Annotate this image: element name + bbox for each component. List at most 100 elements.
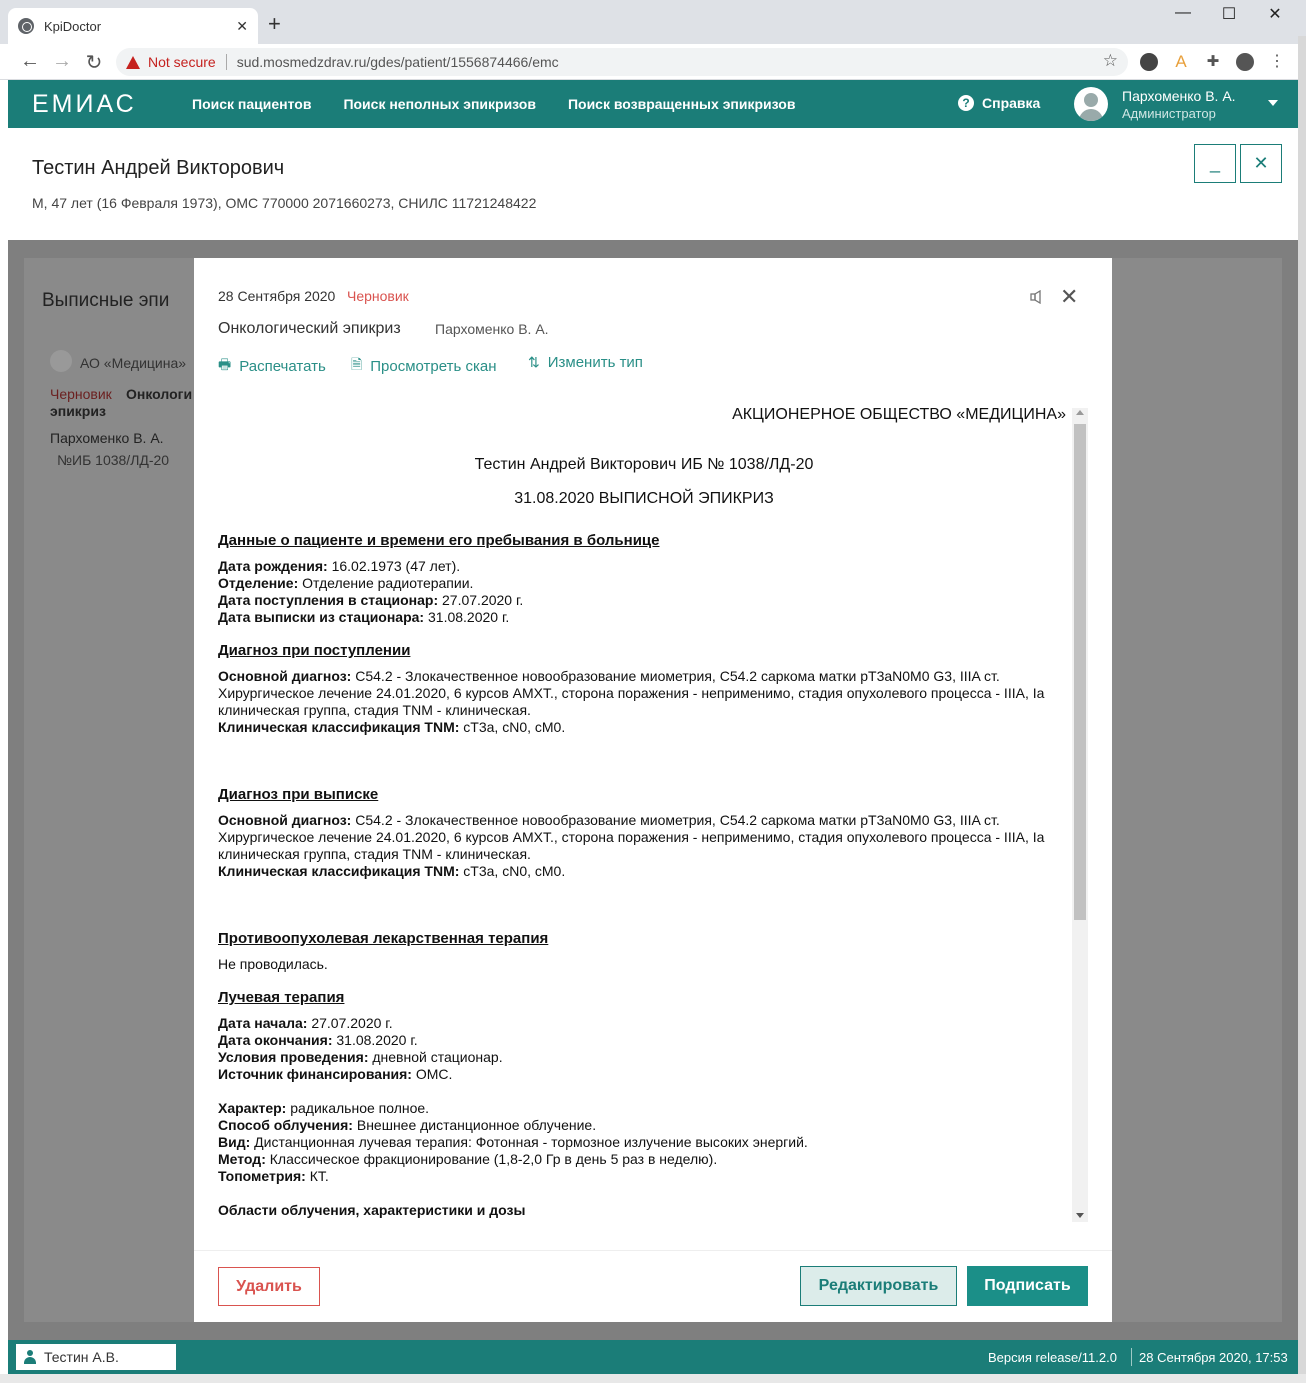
field-value: 31.08.2020 г. xyxy=(332,1032,418,1048)
view-scan-button[interactable]: 🗎 Просмотреть скан xyxy=(351,354,496,378)
location-pin-icon xyxy=(50,350,72,372)
field-value: 31.08.2020 г. xyxy=(424,609,510,625)
close-patient-button[interactable]: ✕ xyxy=(1240,144,1282,183)
printer-icon: 🖶 xyxy=(218,356,232,372)
person-icon xyxy=(24,1350,36,1364)
field-value: КТ. xyxy=(305,1168,329,1184)
doc-section-heading: Лучевая терапия xyxy=(218,989,345,1006)
current-patient-chip[interactable]: Тестин А.В. xyxy=(16,1344,176,1370)
background-window-edge xyxy=(1298,36,1306,1383)
patient-name: Тестин Андрей Викторович xyxy=(32,157,285,179)
app-version: Версия release/11.2.0 xyxy=(988,1350,1117,1365)
status-bar: Тестин А.В. Версия release/11.2.0 28 Сен… xyxy=(8,1340,1298,1374)
background-draft-label: Черновик xyxy=(50,386,112,402)
epicrisis-modal: 28 Сентября 2020 Черновик Онкологический… xyxy=(194,258,1112,1322)
browser-tab[interactable]: KpiDoctor ✕ xyxy=(8,8,258,44)
url-text[interactable]: sud.mosmedzdrav.ru/gdes/patient/15568744… xyxy=(237,54,559,70)
doc-paragraph: Дата начала: 27.07.2020 г. Дата окончани… xyxy=(218,1015,1060,1083)
puzzle-extensions-icon[interactable]: ✚ xyxy=(1204,53,1222,71)
doc-section-heading: Данные о пациенте и времени его пребыван… xyxy=(218,532,660,549)
emias-logo[interactable]: ЕМИАС xyxy=(32,90,192,119)
document-icon: 🗎 xyxy=(351,356,363,372)
close-window-icon[interactable]: ✕ xyxy=(1260,4,1290,24)
field-label: Метод: xyxy=(218,1151,266,1167)
doc-section-heading: Противоопухолевая лекарственная терапия xyxy=(218,930,549,947)
forward-icon[interactable]: → xyxy=(50,50,74,73)
field-label: Отделение: xyxy=(218,575,299,591)
reload-icon[interactable]: ↻ xyxy=(82,50,106,75)
minimize-window-icon[interactable]: — xyxy=(1168,4,1198,22)
background-org: АО «Медицина» xyxy=(80,355,187,371)
epicrisis-document: АКЦИОНЕРНОЕ ОБЩЕСТВО «МЕДИЦИНА» Тестин А… xyxy=(218,404,1066,1226)
scroll-up-arrow-icon[interactable] xyxy=(1076,410,1084,415)
edit-button[interactable]: Редактировать xyxy=(800,1266,957,1306)
delete-button[interactable]: Удалить xyxy=(218,1267,320,1306)
app-header: ЕМИАС Поиск пациентов Поиск неполных эпи… xyxy=(8,80,1298,128)
field-label: Клиническая классификация TNM: xyxy=(218,719,460,735)
nav-incomplete-epicrises[interactable]: Поиск неполных эпикризов xyxy=(343,96,536,112)
extension-icon[interactable] xyxy=(1140,53,1158,71)
scrollbar-thumb[interactable] xyxy=(1074,424,1086,920)
help-link[interactable]: ? Справка xyxy=(958,95,1040,111)
bookmark-star-icon[interactable]: ☆ xyxy=(1103,51,1118,71)
field-label: Источник финансирования: xyxy=(218,1066,412,1082)
sign-button[interactable]: Подписать xyxy=(967,1266,1088,1306)
modal-status-badge: Черновик xyxy=(347,288,409,304)
modal-footer-divider xyxy=(194,1250,1112,1251)
maximize-window-icon[interactable]: ☐ xyxy=(1214,4,1244,24)
acrobat-extension-icon[interactable]: A xyxy=(1172,53,1190,71)
field-value: дневной стационар. xyxy=(368,1049,503,1065)
field-label: Вид: xyxy=(218,1134,251,1150)
security-label[interactable]: Not secure xyxy=(148,54,216,70)
field-label: Условия проведения: xyxy=(218,1049,369,1065)
change-type-button[interactable]: ⇅ Изменить тип xyxy=(528,354,643,371)
patient-info: М, 47 лет (16 Февраля 1973), ОМС 770000 … xyxy=(32,195,537,211)
field-label: Дата окончания: xyxy=(218,1032,333,1048)
doc-section-heading: Диагноз при поступлении xyxy=(218,642,411,659)
field-label: Клиническая классификация TNM: xyxy=(218,863,460,879)
back-icon[interactable]: ← xyxy=(18,50,42,73)
user-menu-caret-icon[interactable] xyxy=(1268,100,1278,106)
doc-organization: АКЦИОНЕРНОЕ ОБЩЕСТВО «МЕДИЦИНА» xyxy=(732,406,1066,423)
print-button[interactable]: 🖶 Распечатать xyxy=(218,354,326,378)
nav-patient-search[interactable]: Поиск пациентов xyxy=(192,96,311,112)
browser-titlebar: KpiDoctor ✕ + — ☐ ✕ xyxy=(0,0,1306,44)
field-label: Основной диагноз: xyxy=(218,668,352,684)
doc-section-heading: Диагноз при выписке xyxy=(218,786,379,803)
profile-icon[interactable] xyxy=(1236,53,1254,71)
change-type-label: Изменить тип xyxy=(547,354,643,371)
doc-paragraph: Области облучения, характеристики и дозы xyxy=(218,1202,1060,1219)
current-patient-name: Тестин А.В. xyxy=(44,1349,119,1365)
new-tab-icon[interactable]: + xyxy=(268,12,281,36)
doc-paragraph: Дата рождения: 16.02.1973 (47 лет). Отде… xyxy=(218,558,1060,626)
browser-menu-icon[interactable]: ⋮ xyxy=(1268,53,1286,71)
modal-date: 28 Сентября 2020 xyxy=(218,288,336,304)
nav-returned-epicrises[interactable]: Поиск возвращенных эпикризов xyxy=(568,96,795,112)
field-value: 27.07.2020 г. xyxy=(307,1015,393,1031)
print-label: Распечатать xyxy=(239,357,326,375)
tab-close-icon[interactable]: ✕ xyxy=(236,18,248,35)
minimize-patient-button[interactable]: _ xyxy=(1194,144,1236,183)
background-doctor: Пархоменко В. А. xyxy=(50,430,164,446)
field-label: Характер: xyxy=(218,1100,287,1116)
field-label: Дата выписки из стационара: xyxy=(218,609,425,625)
address-bar[interactable]: Not secure sud.mosmedzdrav.ru/gdes/patie… xyxy=(116,48,1128,76)
doc-patient-line: Тестин Андрей Викторович ИБ № 1038/ЛД-20 xyxy=(474,456,814,473)
scroll-down-arrow-icon[interactable] xyxy=(1076,1213,1084,1218)
user-name[interactable]: Пархоменко В. А. xyxy=(1122,88,1236,104)
modal-doc-type: Онкологический эпикриз xyxy=(218,320,401,337)
modal-close-icon[interactable]: ✕ xyxy=(1060,284,1078,310)
omnibox-divider xyxy=(225,54,227,70)
document-scrollbar[interactable] xyxy=(1072,408,1088,1222)
background-doctype-cont: эпикриз xyxy=(50,403,106,419)
field-value: Отделение радиотерапии. xyxy=(298,575,474,591)
field-value: cT3a, cN0, cM0. xyxy=(459,863,566,879)
doc-paragraph: Основной диагноз: С54.2 - Злокачественно… xyxy=(218,668,1060,736)
background-title: Выписные эпи xyxy=(42,290,170,311)
help-label: Справка xyxy=(982,95,1041,111)
avatar[interactable] xyxy=(1074,87,1108,121)
status-datetime: 28 Сентября 2020, 17:53 xyxy=(1139,1350,1288,1365)
user-role: Администратор xyxy=(1122,106,1216,121)
speaker-icon[interactable] xyxy=(1030,289,1044,309)
doc-paragraph: Не проводилась. xyxy=(218,956,328,972)
